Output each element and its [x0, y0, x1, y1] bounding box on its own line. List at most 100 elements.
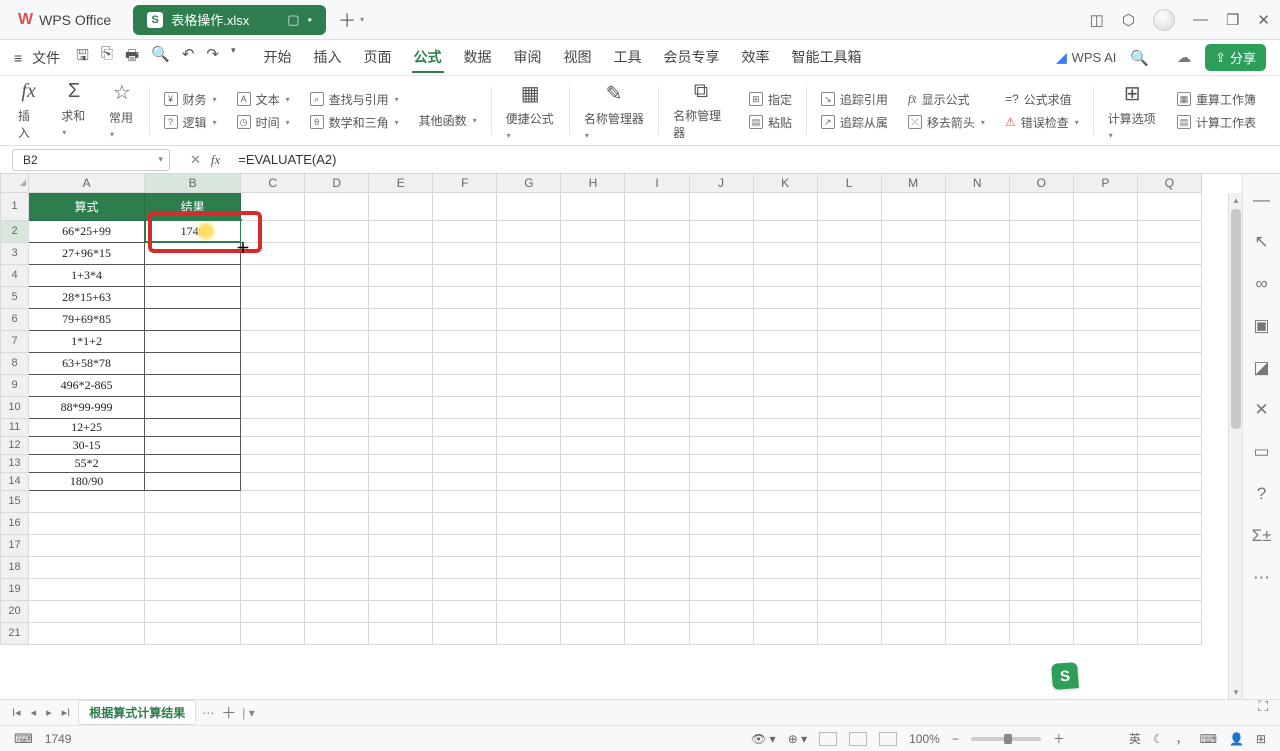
- sheet-prev-icon[interactable]: ◂: [29, 706, 39, 719]
- cell-A8[interactable]: 63+58*78: [29, 352, 145, 374]
- cell-M13[interactable]: [881, 454, 945, 472]
- cell-N11[interactable]: [945, 418, 1009, 436]
- cell-C1[interactable]: [241, 192, 305, 220]
- cell-M12[interactable]: [881, 436, 945, 454]
- cell-G11[interactable]: [497, 418, 561, 436]
- cell-H19[interactable]: [561, 578, 625, 600]
- row-header-17[interactable]: 17: [1, 534, 29, 556]
- cell-I19[interactable]: [625, 578, 689, 600]
- cell-D21[interactable]: [305, 622, 369, 644]
- cell-L21[interactable]: [817, 622, 881, 644]
- cell-K21[interactable]: [753, 622, 817, 644]
- cell-F12[interactable]: [433, 436, 497, 454]
- cell-P21[interactable]: [1073, 622, 1137, 644]
- cell-C13[interactable]: [241, 454, 305, 472]
- sum-button[interactable]: Σ求和▾: [57, 80, 91, 141]
- qat-dropdown-icon[interactable]: ▾: [231, 45, 236, 70]
- cell-D4[interactable]: [305, 264, 369, 286]
- cell-C20[interactable]: [241, 600, 305, 622]
- menu-tab-7[interactable]: 工具: [612, 43, 644, 73]
- evaluate-formula-button[interactable]: =?公式求值: [1005, 91, 1079, 108]
- cell-F14[interactable]: [433, 472, 497, 490]
- cell-L2[interactable]: [817, 220, 881, 242]
- cell-H17[interactable]: [561, 534, 625, 556]
- cell-F4[interactable]: [433, 264, 497, 286]
- cell-K4[interactable]: [753, 264, 817, 286]
- cell-K10[interactable]: [753, 396, 817, 418]
- cell-P8[interactable]: [1073, 352, 1137, 374]
- row-header-12[interactable]: 12: [1, 436, 29, 454]
- cell-K19[interactable]: [753, 578, 817, 600]
- cell-L1[interactable]: [817, 192, 881, 220]
- date-button[interactable]: ◷时间▾: [237, 114, 290, 131]
- cell-G8[interactable]: [497, 352, 561, 374]
- cell-M19[interactable]: [881, 578, 945, 600]
- name-box-dropdown-icon[interactable]: ▾: [158, 154, 163, 165]
- cell-A3[interactable]: 27+96*15: [29, 242, 145, 264]
- row-header-9[interactable]: 9: [1, 374, 29, 396]
- cell-B19[interactable]: [145, 578, 241, 600]
- cell-A18[interactable]: [29, 556, 145, 578]
- sheet-more-icon[interactable]: ⋯: [202, 706, 215, 720]
- cell-P18[interactable]: [1073, 556, 1137, 578]
- cell-K11[interactable]: [753, 418, 817, 436]
- cell-Q14[interactable]: [1137, 472, 1201, 490]
- cell-A5[interactable]: 28*15+63: [29, 286, 145, 308]
- search-icon[interactable]: 🔍: [1130, 49, 1149, 67]
- record-icon[interactable]: ⌨: [14, 731, 33, 747]
- cell-O18[interactable]: [1009, 556, 1073, 578]
- cell-M2[interactable]: [881, 220, 945, 242]
- cell-C14[interactable]: [241, 472, 305, 490]
- hamburger-icon[interactable]: ≡: [14, 50, 22, 66]
- cell-P2[interactable]: [1073, 220, 1137, 242]
- cell-B11[interactable]: [145, 418, 241, 436]
- cell-M16[interactable]: [881, 512, 945, 534]
- cell-K1[interactable]: [753, 192, 817, 220]
- cell-C12[interactable]: [241, 436, 305, 454]
- cell-I18[interactable]: [625, 556, 689, 578]
- cell-G17[interactable]: [497, 534, 561, 556]
- col-header-F[interactable]: F: [433, 174, 497, 192]
- cell-O15[interactable]: [1009, 490, 1073, 512]
- cell-K3[interactable]: [753, 242, 817, 264]
- cell-I11[interactable]: [625, 418, 689, 436]
- grid[interactable]: ◢ABCDEFGHIJKLMNOPQ 1算式结果266*25+991749327…: [0, 174, 1242, 699]
- cell-K7[interactable]: [753, 330, 817, 352]
- cell-J8[interactable]: [689, 352, 753, 374]
- vertical-scrollbar[interactable]: ▴ ▾: [1228, 193, 1242, 699]
- cell-G1[interactable]: [497, 192, 561, 220]
- row-header-3[interactable]: 3: [1, 242, 29, 264]
- cell-L6[interactable]: [817, 308, 881, 330]
- cell-O14[interactable]: [1009, 472, 1073, 490]
- cell-L16[interactable]: [817, 512, 881, 534]
- save-icon[interactable]: 🖫: [76, 45, 89, 70]
- cell-B17[interactable]: [145, 534, 241, 556]
- cell-H13[interactable]: [561, 454, 625, 472]
- cell-D17[interactable]: [305, 534, 369, 556]
- menu-tab-0[interactable]: 开始: [262, 43, 294, 73]
- column-headers[interactable]: ◢ABCDEFGHIJKLMNOPQ: [1, 174, 1202, 192]
- cell-C15[interactable]: [241, 490, 305, 512]
- cell-H11[interactable]: [561, 418, 625, 436]
- cell-K18[interactable]: [753, 556, 817, 578]
- insert-function-button[interactable]: fx插入: [14, 80, 43, 141]
- row-header-14[interactable]: 14: [1, 472, 29, 490]
- cell-J14[interactable]: [689, 472, 753, 490]
- cell-Q13[interactable]: [1137, 454, 1201, 472]
- cell-B16[interactable]: [145, 512, 241, 534]
- cell-N20[interactable]: [945, 600, 1009, 622]
- cell-H7[interactable]: [561, 330, 625, 352]
- col-header-K[interactable]: K: [753, 174, 817, 192]
- cell-N13[interactable]: [945, 454, 1009, 472]
- view-normal-icon[interactable]: [819, 732, 837, 746]
- cell-M7[interactable]: [881, 330, 945, 352]
- panel-icon[interactable]: ◫: [1090, 11, 1104, 29]
- new-tab-button[interactable]: ＋: [338, 7, 356, 33]
- cell-H9[interactable]: [561, 374, 625, 396]
- math-button[interactable]: θ数学和三角▾: [310, 114, 399, 131]
- cell-E5[interactable]: [369, 286, 433, 308]
- cell-G5[interactable]: [497, 286, 561, 308]
- cell-D3[interactable]: [305, 242, 369, 264]
- cell-Q11[interactable]: [1137, 418, 1201, 436]
- cell-E20[interactable]: [369, 600, 433, 622]
